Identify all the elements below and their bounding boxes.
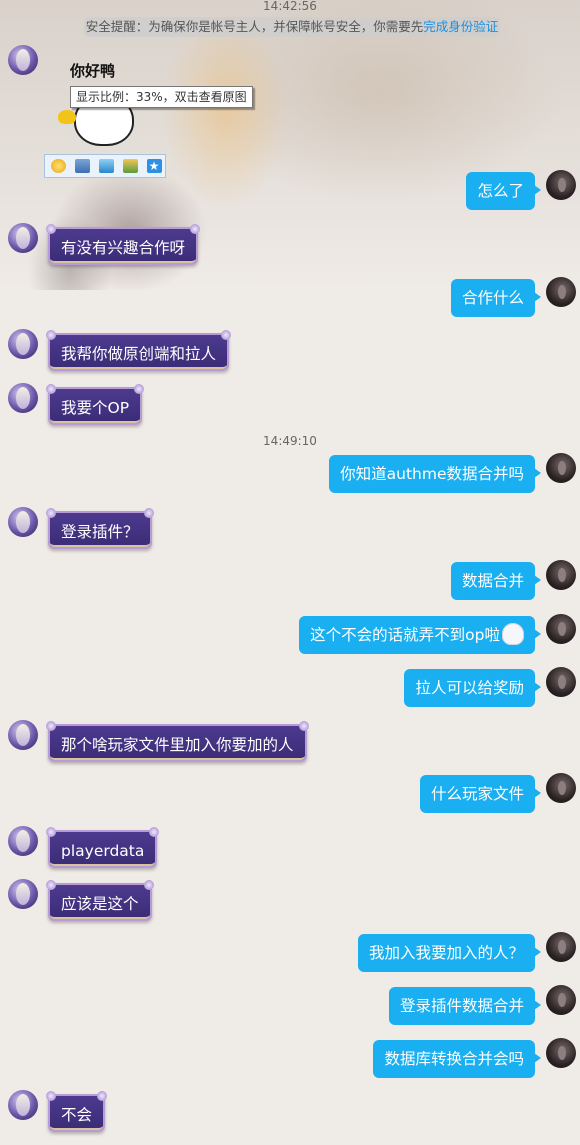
message-row-peer: 我要个OP xyxy=(0,383,580,427)
message-bubble[interactable]: 什么玩家文件 xyxy=(419,775,542,813)
message-text: 我要个OP xyxy=(61,399,130,417)
message-row-peer: playerdata xyxy=(0,826,580,870)
peer-avatar[interactable] xyxy=(8,223,38,253)
self-avatar[interactable] xyxy=(546,1038,576,1068)
security-notice-text: 安全提醒：为确保你是帐号主人，并保障帐号安全，你需要先 xyxy=(85,19,424,34)
message-row-peer: 我帮你做原创端和拉人 xyxy=(0,329,580,373)
message-row-self: 拉人可以给奖励 xyxy=(0,667,580,711)
message-bubble[interactable]: 有没有兴趣合作呀 xyxy=(45,224,201,265)
image-toolbar: ★ xyxy=(44,154,166,178)
message-text: 那个啥玩家文件里加入你要加的人 xyxy=(61,736,294,754)
message-text: 怎么了 xyxy=(477,182,524,200)
message-bubble[interactable]: playerdata xyxy=(45,827,160,868)
message-bubble[interactable]: 数据库转换合并会吗 xyxy=(373,1040,541,1078)
self-avatar[interactable] xyxy=(546,932,576,962)
display-icon[interactable] xyxy=(96,157,116,175)
message-bubble[interactable]: 我加入我要加入的人？ xyxy=(357,934,542,972)
message-row-self: 什么玩家文件 xyxy=(0,773,580,817)
message-text: 这个不会的话就弄不到op啦 xyxy=(310,626,500,644)
self-avatar[interactable] xyxy=(546,773,576,803)
self-avatar[interactable] xyxy=(546,985,576,1015)
message-bubble[interactable]: 我要个OP xyxy=(45,384,145,425)
message-text: 数据合并 xyxy=(461,572,524,590)
peer-avatar[interactable] xyxy=(8,720,38,750)
message-bubble[interactable]: 那个啥玩家文件里加入你要加的人 xyxy=(46,721,309,762)
message-row-self: 合作什么 xyxy=(0,277,580,321)
message-bubble[interactable]: 合作什么 xyxy=(450,279,542,317)
emoji-icon[interactable] xyxy=(48,157,68,175)
save-icon[interactable] xyxy=(72,157,92,175)
message-text: 我帮你做原创端和拉人 xyxy=(61,345,217,363)
message-bubble[interactable]: 应该是这个 xyxy=(46,880,154,921)
favorite-star-icon[interactable]: ★ xyxy=(144,157,164,175)
message-text: 合作什么 xyxy=(461,289,524,307)
message-row-peer: 应该是这个 xyxy=(0,879,580,923)
message-row-peer: 那个啥玩家文件里加入你要加的人 xyxy=(0,720,580,764)
message-text: 什么玩家文件 xyxy=(430,785,524,803)
ghost-emoji-icon xyxy=(502,622,524,645)
self-avatar[interactable] xyxy=(546,614,576,644)
message-row-self: 你知道authme数据合并吗 xyxy=(0,453,580,497)
self-avatar[interactable] xyxy=(546,277,576,307)
message-bubble[interactable]: 这个不会的话就弄不到op啦 xyxy=(299,616,541,654)
message-bubble[interactable]: 不会 xyxy=(45,1091,108,1132)
message-bubble[interactable]: 登录插件数据合并 xyxy=(388,987,542,1025)
peer-avatar[interactable] xyxy=(8,879,38,909)
security-notice: 安全提醒：为确保你是帐号主人，并保障帐号安全，你需要先完成身份验证 xyxy=(84,17,500,37)
message-text: playerdata xyxy=(61,842,145,860)
message-text: 你知道authme数据合并吗 xyxy=(340,465,524,483)
message-text: 不会 xyxy=(61,1106,93,1124)
message-bubble[interactable]: 我帮你做原创端和拉人 xyxy=(45,330,232,371)
message-row-self: 这个不会的话就弄不到op啦 xyxy=(0,614,580,658)
duck-icon xyxy=(58,110,76,124)
self-avatar[interactable] xyxy=(546,453,576,483)
timestamp-top: 14:42:56 xyxy=(263,0,317,13)
self-avatar[interactable] xyxy=(546,170,576,200)
message-text: 数据库转换合并会吗 xyxy=(384,1050,524,1068)
peer-avatar[interactable] xyxy=(8,383,38,413)
peer-avatar[interactable] xyxy=(8,329,38,359)
peer-avatar[interactable] xyxy=(8,1090,38,1120)
message-row-peer: 不会 xyxy=(0,1090,580,1134)
message-row-peer: 登录插件？ xyxy=(0,507,580,551)
message-bubble[interactable]: 登录插件？ xyxy=(46,508,154,549)
peer-avatar[interactable] xyxy=(8,826,38,856)
peer-avatar[interactable] xyxy=(8,45,38,75)
message-text: 我加入我要加入的人？ xyxy=(368,944,524,962)
timestamp-mid: 14:49:10 xyxy=(263,434,317,448)
message-text: 拉人可以给奖励 xyxy=(415,679,524,697)
message-text: 登录插件数据合并 xyxy=(399,997,524,1015)
message-row-self: 我加入我要加入的人？ xyxy=(0,932,580,976)
message-row-self: 数据库转换合并会吗 xyxy=(0,1038,580,1082)
peer-avatar[interactable] xyxy=(8,507,38,537)
message-text: 应该是这个 xyxy=(61,895,139,913)
message-row-self: 登录插件数据合并 xyxy=(0,985,580,1029)
message-row-self: 数据合并 xyxy=(0,560,580,604)
self-avatar[interactable] xyxy=(546,560,576,590)
self-avatar[interactable] xyxy=(546,667,576,697)
message-text: 有没有兴趣合作呀 xyxy=(61,239,186,257)
message-text: 登录插件？ xyxy=(61,523,139,541)
message-bubble[interactable]: 你知道authme数据合并吗 xyxy=(329,455,541,493)
message-bubble[interactable]: 数据合并 xyxy=(450,562,542,600)
sticker-caption: 你好鸭 xyxy=(70,62,116,80)
message-bubble[interactable]: 怎么了 xyxy=(466,172,541,210)
verify-identity-link[interactable]: 完成身份验证 xyxy=(423,19,498,34)
message-bubble[interactable]: 拉人可以给奖励 xyxy=(404,669,541,707)
zoom-tooltip: 显示比例：33%，双击查看原图 xyxy=(70,86,253,108)
message-row-peer: 有没有兴趣合作呀 xyxy=(0,223,580,267)
image-edit-icon[interactable] xyxy=(120,157,140,175)
